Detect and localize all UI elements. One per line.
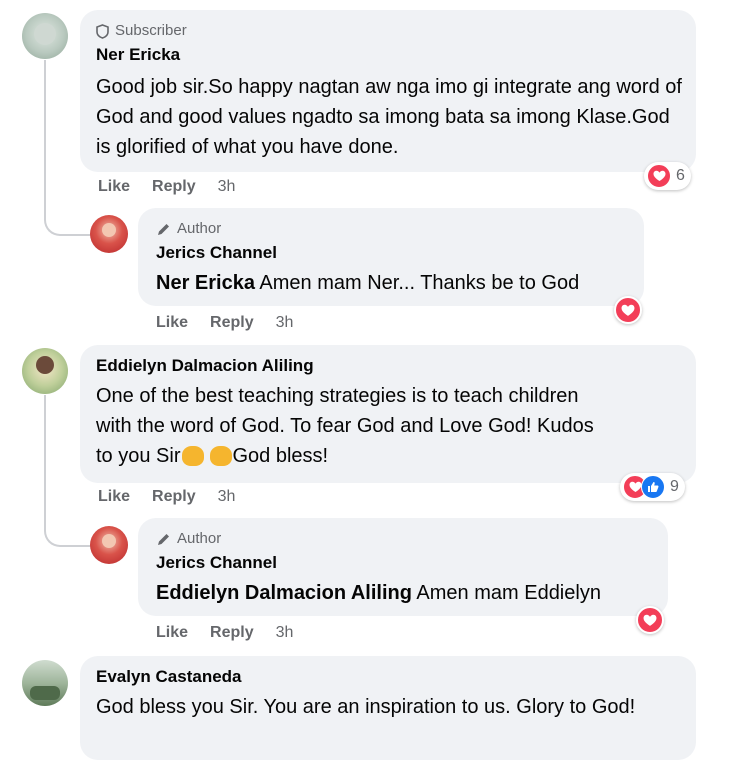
heart-reaction-icon	[647, 164, 671, 188]
comment-actions: Like Reply 3h	[156, 314, 293, 332]
avatar[interactable]	[22, 13, 68, 59]
comment-author[interactable]: Jerics Channel	[156, 242, 628, 264]
comment-text: Eddielyn Dalmacion Aliling Amen mam Eddi…	[156, 578, 652, 608]
clapping-hands-icon	[182, 446, 205, 466]
reply-button[interactable]: Reply	[152, 488, 196, 506]
reaction-summary[interactable]: 9	[620, 473, 685, 501]
reply-bubble: Author Jerics Channel Eddielyn Dalmacion…	[138, 518, 668, 616]
comment-bubble: Eddielyn Dalmacion Aliling One of the be…	[80, 345, 696, 483]
avatar[interactable]	[22, 660, 68, 706]
reply-bubble: Author Jerics Channel Ner Ericka Amen ma…	[138, 208, 644, 306]
author-badge: Author	[156, 530, 652, 548]
comment-actions: Like Reply 3h	[98, 488, 235, 506]
heart-reaction-icon[interactable]	[614, 296, 642, 324]
avatar[interactable]	[90, 215, 128, 253]
mention-link[interactable]: Eddielyn Dalmacion Aliling	[156, 582, 412, 604]
avatar[interactable]	[22, 348, 68, 394]
reaction-count: 9	[670, 478, 679, 495]
badge-label: Author	[177, 530, 222, 547]
comment-actions: Like Reply 3h	[156, 624, 293, 642]
author-badge: Author	[156, 220, 628, 238]
shield-icon	[96, 23, 109, 39]
comment-author[interactable]: Evalyn Castaneda	[96, 666, 682, 688]
mention-link[interactable]: Ner Ericka	[156, 272, 255, 294]
reply-button[interactable]: Reply	[152, 178, 196, 196]
reaction-summary[interactable]: 6	[644, 162, 691, 190]
reply-button[interactable]: Reply	[210, 624, 254, 642]
like-reaction-icon	[641, 475, 665, 499]
comment-author[interactable]: Ner Ericka	[96, 44, 682, 66]
like-button[interactable]: Like	[98, 178, 130, 196]
comment-actions: Like Reply 3h	[98, 178, 235, 196]
comment-author[interactable]: Jerics Channel	[156, 552, 652, 574]
heart-reaction-icon[interactable]	[636, 606, 664, 634]
timestamp[interactable]: 3h	[218, 178, 236, 196]
reply-button[interactable]: Reply	[210, 314, 254, 332]
pencil-icon	[158, 533, 169, 545]
timestamp[interactable]: 3h	[276, 624, 294, 642]
comment-text: Good job sir.So happy nagtan aw nga imo …	[96, 76, 682, 158]
badge-label: Author	[177, 220, 222, 237]
comment-bubble: Evalyn Castaneda God bless you Sir. You …	[80, 656, 696, 760]
timestamp[interactable]: 3h	[218, 488, 236, 506]
clapping-hands-icon	[210, 446, 233, 466]
like-button[interactable]: Like	[156, 624, 188, 642]
avatar[interactable]	[90, 526, 128, 564]
reply-text: Amen mam Eddielyn	[411, 582, 601, 604]
like-button[interactable]: Like	[156, 314, 188, 332]
comment-text: One of the best teaching strategies is t…	[96, 385, 594, 467]
comment-author[interactable]: Eddielyn Dalmacion Aliling	[96, 355, 682, 377]
comment-text: Ner Ericka Amen mam Ner... Thanks be to …	[156, 268, 628, 298]
reply-text: Amen mam Ner... Thanks be to God	[254, 272, 580, 294]
pencil-icon	[158, 223, 169, 235]
timestamp[interactable]: 3h	[276, 314, 294, 332]
comment-bubble: Subscriber Ner Ericka Good job sir.So ha…	[80, 10, 696, 172]
comment-text: God bless you Sir. You are an inspiratio…	[96, 696, 636, 718]
badge-label: Subscriber	[115, 22, 187, 39]
like-button[interactable]: Like	[98, 488, 130, 506]
reaction-count: 6	[676, 167, 685, 184]
subscriber-badge: Subscriber	[96, 22, 682, 40]
